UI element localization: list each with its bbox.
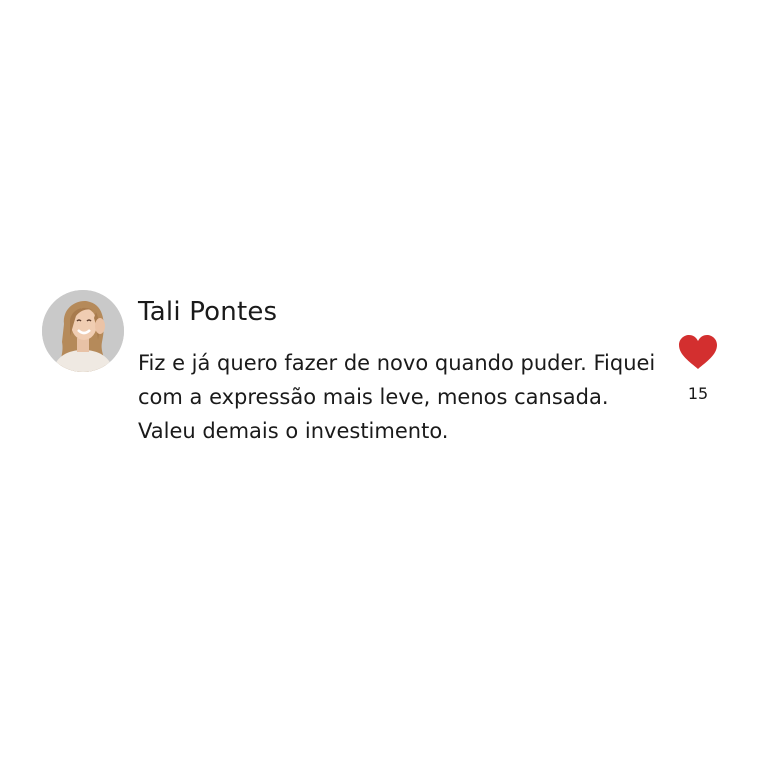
heart-icon[interactable] (678, 334, 718, 370)
comment-text: Fiz e já quero fazer de novo quando pude… (138, 351, 656, 443)
avatar[interactable] (42, 290, 124, 372)
comment-author[interactable]: Tali Pontes (138, 296, 658, 328)
comment-body: Tali Pontes Fiz e já quero fazer de novo… (138, 296, 658, 448)
like-count: 15 (687, 384, 709, 403)
comment-card: Tali Pontes Fiz e já quero fazer de novo… (42, 290, 732, 460)
like-control: 15 (678, 334, 718, 403)
avatar-photo (42, 290, 124, 372)
